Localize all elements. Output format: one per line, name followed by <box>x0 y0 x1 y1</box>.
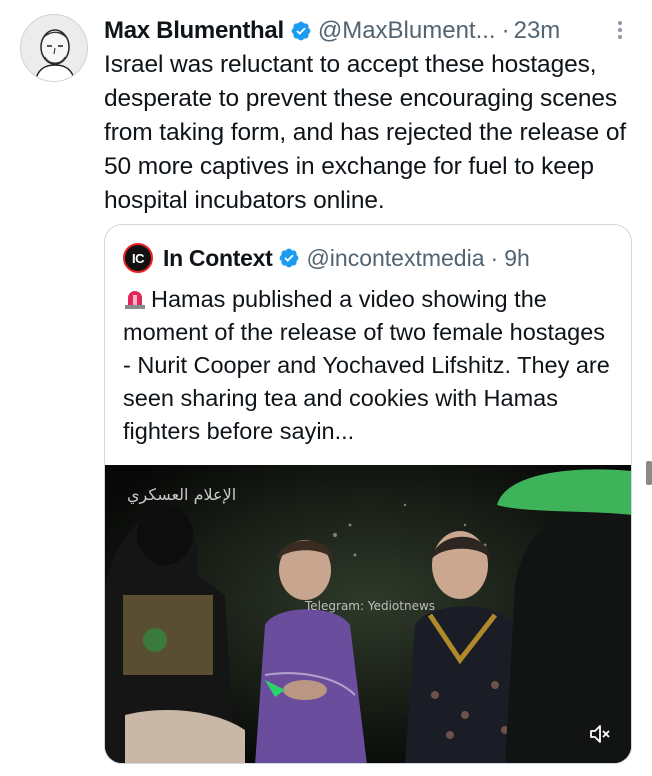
video-frame <box>105 465 631 763</box>
avatar-portrait-icon <box>21 15 87 81</box>
speaker-muted-icon[interactable] <box>587 721 613 747</box>
author-handle[interactable]: @MaxBlument... <box>318 17 496 45</box>
quoted-author-handle[interactable]: @incontextmedia <box>306 245 484 272</box>
separator-dot: · <box>490 244 499 271</box>
quoted-tweet-text: Hamas published a video showing the mome… <box>123 286 610 444</box>
tweet-timestamp[interactable]: 23m <box>514 17 561 45</box>
tweet-text: Israel was reluctant to accept these hos… <box>104 51 627 214</box>
video-player[interactable]: الإعلام العسكري Telegram: Yediotnews <box>105 465 631 763</box>
author-avatar[interactable] <box>20 14 88 82</box>
siren-icon <box>125 291 145 309</box>
more-options-icon[interactable] <box>610 18 630 44</box>
separator-dot: · <box>501 17 510 44</box>
quoted-author-name[interactable]: In Context <box>163 245 273 272</box>
channel-logo: الإعلام العسكري <box>127 485 237 504</box>
scrollbar[interactable] <box>646 461 652 485</box>
quoted-tweet-text-block: Hamas published a video showing the mome… <box>123 283 619 448</box>
video-watermark: Telegram: Yediotnews <box>305 599 436 613</box>
verified-badge-icon <box>280 248 299 268</box>
tweet-header: Max Blumenthal @MaxBlument... · 23m <box>104 14 630 48</box>
quoted-tweet-card[interactable]: IC In Context @incontextmedia · 9h Hamas… <box>104 224 632 764</box>
quoted-tweet-timestamp[interactable]: 9h <box>504 245 530 272</box>
quoted-tweet-header: IC In Context @incontextmedia · 9h <box>123 243 530 273</box>
verified-badge-icon <box>291 21 311 41</box>
author-name[interactable]: Max Blumenthal <box>104 17 284 45</box>
quoted-author-avatar[interactable]: IC <box>123 243 153 273</box>
